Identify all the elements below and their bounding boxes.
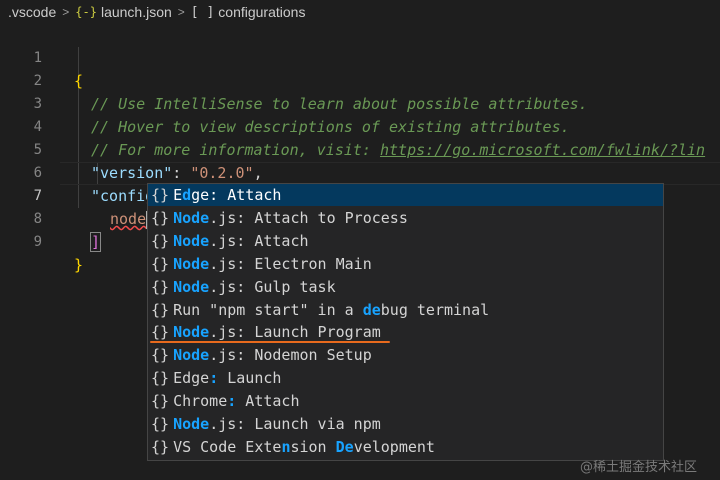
module-icon: {} <box>151 369 170 388</box>
breadcrumb-folder[interactable]: .vscode <box>8 4 56 20</box>
suggestion-label: Chrome <box>173 392 228 411</box>
module-icon: {} <box>151 277 170 296</box>
module-icon: {} <box>151 186 170 204</box>
suggestion-item[interactable]: {} Node.js: Attach to Process <box>148 207 663 229</box>
match-highlight: : <box>209 369 219 388</box>
chevron-right-icon: > <box>62 5 70 19</box>
module-icon: {} <box>151 346 170 365</box>
suggestion-label: Edge <box>173 369 210 388</box>
suggestion-label: Attach <box>236 392 300 411</box>
match-highlight: d <box>182 186 192 204</box>
suggestion-item[interactable]: {} VS Code Extension Development <box>148 436 663 458</box>
breadcrumb-file[interactable]: launch.json <box>101 4 172 20</box>
watermark: @稀土掘金技术社区 <box>580 460 698 475</box>
suggestion-label: Launch <box>218 369 282 388</box>
suggestion-label: velopment <box>353 437 435 456</box>
suggestion-label: .js: Launch via npm <box>209 415 381 433</box>
suggestion-item[interactable]: {} Node.js: Electron Main <box>148 253 663 275</box>
breadcrumb: .vscode > {-} launch.json > [ ] configur… <box>0 0 720 24</box>
module-icon: {} <box>151 254 170 273</box>
suggestion-label: .js: Electron Main <box>209 254 372 273</box>
suggestion-label: .js: Attach to Process <box>209 208 408 227</box>
suggestion-label: .js: Attach <box>209 231 309 250</box>
suggestion-label: bug terminal <box>380 300 490 319</box>
suggestion-label: Run "npm start" in a <box>173 300 363 319</box>
suggestion-item[interactable]: {} Node.js: Launch via npm <box>148 413 663 435</box>
close-brace: } <box>74 256 84 274</box>
match-highlight: Node <box>173 208 210 227</box>
match-highlight: Node <box>173 323 210 342</box>
suggestion-label: .js: Gulp task <box>209 277 336 296</box>
code-line: 3 // Hover to view descriptions of exist… <box>0 70 720 136</box>
array-icon: [ ] <box>190 4 215 20</box>
module-icon: {} <box>151 392 170 411</box>
suggestion-item[interactable]: {} Edge: Attach <box>148 184 663 206</box>
suggestion-label: .js: Nodemon Setup <box>209 346 372 365</box>
suggestion-item[interactable]: {} Run "npm start" in a debug terminal <box>148 299 663 321</box>
match-highlight: : <box>227 392 237 411</box>
module-icon: {} <box>151 300 170 319</box>
breadcrumb-configurations[interactable]: configurations <box>218 4 305 20</box>
code-line: 6 "configurations": [ <box>0 139 720 206</box>
suggestion-label: ge: Attach <box>191 186 282 204</box>
code-line: 1 { <box>0 24 720 90</box>
module-icon: {} <box>151 231 170 250</box>
code-line: 5 "version": "0.2.0", <box>0 116 720 182</box>
suggestion-label: sion <box>290 437 336 456</box>
line-number: 9 <box>33 234 42 250</box>
suggestion-item[interactable]: {} Node.js: Gulp task <box>148 276 663 298</box>
suggestion-item[interactable]: {} Edge: Launch <box>148 367 663 389</box>
chevron-right-icon: > <box>177 5 185 19</box>
match-highlight: de <box>362 300 381 319</box>
module-icon: {} <box>151 208 170 227</box>
close-bracket: ] <box>89 232 102 252</box>
module-icon: {} <box>151 437 170 456</box>
match-highlight: De <box>335 437 354 456</box>
suggestion-label: .js: Launch Program <box>209 323 381 342</box>
code-line: 7 node <box>0 162 720 229</box>
match-highlight: Node <box>173 254 210 273</box>
suggestion-label: E <box>173 186 183 204</box>
suggestion-item[interactable]: {} Node.js: Nodemon Setup <box>148 344 663 366</box>
match-highlight: Node <box>173 346 210 365</box>
module-icon: {} <box>151 323 170 342</box>
match-highlight: Node <box>173 277 210 296</box>
match-highlight: Node <box>173 415 210 433</box>
annotation-underline <box>150 341 390 343</box>
suggestion-item[interactable]: {} Node.js: Attach <box>148 230 663 252</box>
code-line: 4 // For more information, visit: https:… <box>0 93 720 159</box>
code-line: 2 // Use IntelliSense to learn about pos… <box>0 47 720 113</box>
suggestion-item[interactable]: {} Chrome: Attach <box>148 390 663 412</box>
suggestion-label: VS Code Exte <box>173 437 282 456</box>
suggestion-widget[interactable]: {} Edge: Attach{} Node.js: Attach to Proce… <box>147 183 664 461</box>
match-highlight: Node <box>173 231 210 250</box>
module-icon: {} <box>151 415 170 433</box>
json-file-icon: {-} <box>75 5 97 19</box>
